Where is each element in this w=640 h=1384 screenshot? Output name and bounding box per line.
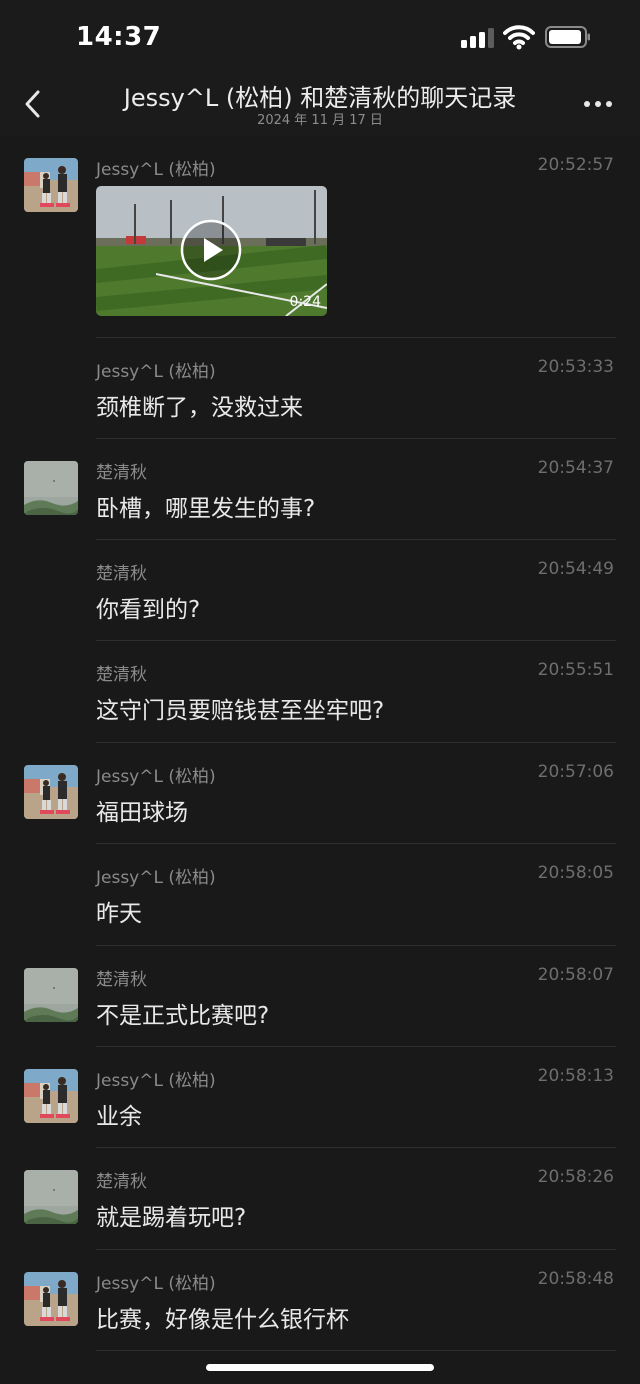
avatar[interactable] [24, 1069, 78, 1123]
message-time: 20:53:33 [537, 357, 614, 377]
message-time: 20:55:51 [537, 660, 614, 680]
message-sender: Jessy^L (松柏) [96, 362, 216, 382]
cellular-signal-icon [461, 28, 495, 48]
message-sender: 楚清秋 [96, 463, 147, 483]
message-item[interactable]: Jessy^L (松柏) 20:57:06 福田球场 [0, 743, 640, 844]
battery-icon [545, 26, 590, 48]
message-text: 不是正式比赛吧? [96, 1003, 270, 1029]
message-item[interactable]: 楚清秋 20:58:07 不是正式比赛吧? [0, 946, 640, 1047]
avatar[interactable] [24, 1170, 78, 1224]
avatar[interactable] [24, 1272, 78, 1326]
message-item[interactable]: 楚清秋 20:54:49 你看到的? [0, 540, 640, 641]
avatar[interactable] [24, 968, 78, 1022]
message-time: 20:52:57 [537, 155, 614, 175]
message-sender: 楚清秋 [96, 1172, 147, 1192]
message-text: 比赛，好像是什么银行杯 [96, 1307, 349, 1333]
avatar[interactable] [24, 461, 78, 515]
message-time: 20:54:49 [537, 559, 614, 579]
message-sender: 楚清秋 [96, 970, 147, 990]
nav-bar: Jessy^L (松柏) 和楚清秋的聊天记录 2024 年 11 月 17 日 [0, 72, 640, 136]
more-button[interactable] [580, 90, 616, 118]
message-sender: Jessy^L (松柏) [96, 767, 216, 787]
message-item[interactable]: Jessy^L (松柏) 20:58:13 业余 [0, 1047, 640, 1148]
page-title: Jessy^L (松柏) 和楚清秋的聊天记录 [123, 84, 517, 112]
avatar[interactable] [24, 158, 78, 212]
message-text: 卧槽，哪里发生的事? [96, 496, 316, 522]
video-message[interactable]: 0:24 [96, 186, 327, 316]
divider [96, 1350, 616, 1351]
message-sender: Jessy^L (松柏) [96, 1274, 216, 1294]
message-text: 你看到的? [96, 597, 201, 623]
home-indicator[interactable] [206, 1364, 434, 1371]
back-button[interactable] [16, 86, 52, 122]
more-icon [584, 101, 612, 107]
message-text: 昨天 [96, 901, 142, 927]
message-item[interactable]: 楚清秋 20:58:26 就是踢着玩吧? [0, 1148, 640, 1250]
message-time: 20:58:48 [537, 1269, 614, 1289]
message-text: 福田球场 [96, 800, 188, 826]
message-time: 20:58:05 [537, 863, 614, 883]
message-item[interactable]: Jessy^L (松柏) 20:58:05 昨天 [0, 844, 640, 946]
avatar[interactable] [24, 765, 78, 819]
message-text: 这守门员要赔钱甚至坐牢吧? [96, 698, 385, 724]
message-sender: Jessy^L (松柏) [96, 1071, 216, 1091]
message-sender: Jessy^L (松柏) [96, 868, 216, 888]
video-duration: 0:24 [289, 294, 321, 310]
message-text: 颈椎断了，没救过来 [96, 395, 303, 421]
wifi-icon [503, 25, 535, 50]
message-item[interactable]: 楚清秋 20:54:37 卧槽，哪里发生的事? [0, 439, 640, 540]
status-bar: 14:37 [0, 0, 640, 72]
message-text: 业余 [96, 1104, 142, 1130]
status-time: 14:37 [76, 22, 162, 52]
message-time: 20:57:06 [537, 762, 614, 782]
chevron-left-icon [25, 90, 40, 118]
message-item[interactable]: Jessy^L (松柏) 20:52:57 0:24 [0, 136, 640, 338]
message-time: 20:54:37 [537, 458, 614, 478]
message-item[interactable]: Jessy^L (松柏) 20:58:48 比赛，好像是什么银行杯 [0, 1250, 640, 1351]
chat-history-list[interactable]: Jessy^L (松柏) 20:52:57 0:24 Jessy^L (松柏) 20:5… [0, 136, 640, 1384]
message-time: 20:58:13 [537, 1066, 614, 1086]
message-text: 就是踢着玩吧? [96, 1205, 247, 1231]
message-item[interactable]: Jessy^L (松柏) 20:53:33 颈椎断了，没救过来 [0, 338, 640, 439]
message-sender: 楚清秋 [96, 665, 147, 685]
message-time: 20:58:26 [537, 1167, 614, 1187]
message-sender: Jessy^L (松柏) [96, 160, 216, 180]
message-time: 20:58:07 [537, 965, 614, 985]
page-subtitle-date: 2024 年 11 月 17 日 [257, 113, 383, 128]
message-item[interactable]: 楚清秋 20:55:51 这守门员要赔钱甚至坐牢吧? [0, 641, 640, 743]
message-sender: 楚清秋 [96, 564, 147, 584]
